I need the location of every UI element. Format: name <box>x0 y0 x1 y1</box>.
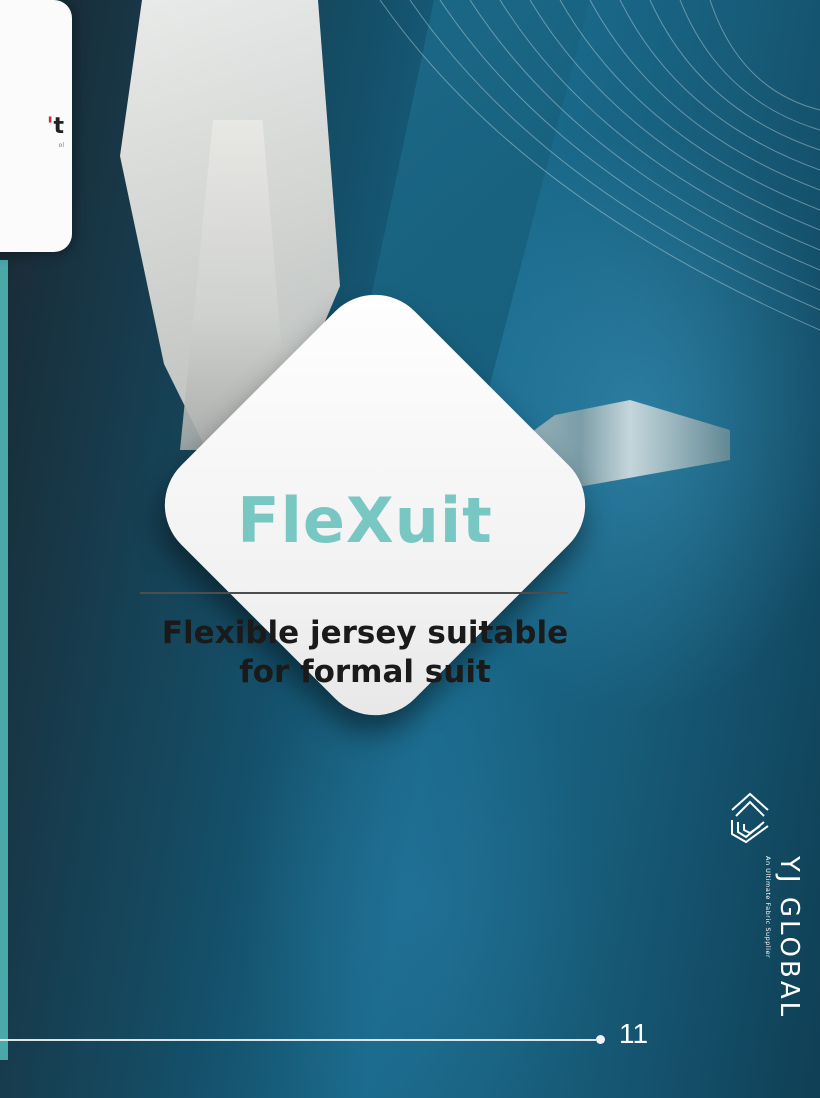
subtitle-line-1: Flexible jersey suitable <box>161 615 569 651</box>
title-divider <box>140 592 568 594</box>
brand-wordmark: YJ GLOBAL An Ultimate Fabric Supplier <box>764 856 804 1020</box>
teal-edge-bar <box>0 260 8 1060</box>
feature-subtitle: Flexible jersey suitable for formal suit <box>60 614 670 692</box>
brand-name: YJ GLOBAL <box>774 856 804 1020</box>
brochure-page: 't ol FleXuit Flexible jersey suitable f… <box>0 0 820 1098</box>
page-number: 11 <box>619 1018 649 1049</box>
footer-dot <box>596 1035 605 1044</box>
feature-content: FleXuit Flexible jersey suitable for for… <box>60 490 670 692</box>
yj-global-logo-icon <box>731 792 769 844</box>
brand-block: YJ GLOBAL An Ultimate Fabric Supplier <box>720 790 804 1080</box>
feature-title: FleXuit <box>237 484 493 557</box>
footer-line <box>0 1039 596 1041</box>
partial-logo-small-text: ol <box>58 142 64 149</box>
partial-logo-text: 't <box>46 114 64 139</box>
subtitle-line-2: for formal suit <box>239 653 491 690</box>
brand-tagline: An Ultimate Fabric Supplier <box>764 856 772 959</box>
partial-logo-card: 't ol <box>0 0 72 252</box>
